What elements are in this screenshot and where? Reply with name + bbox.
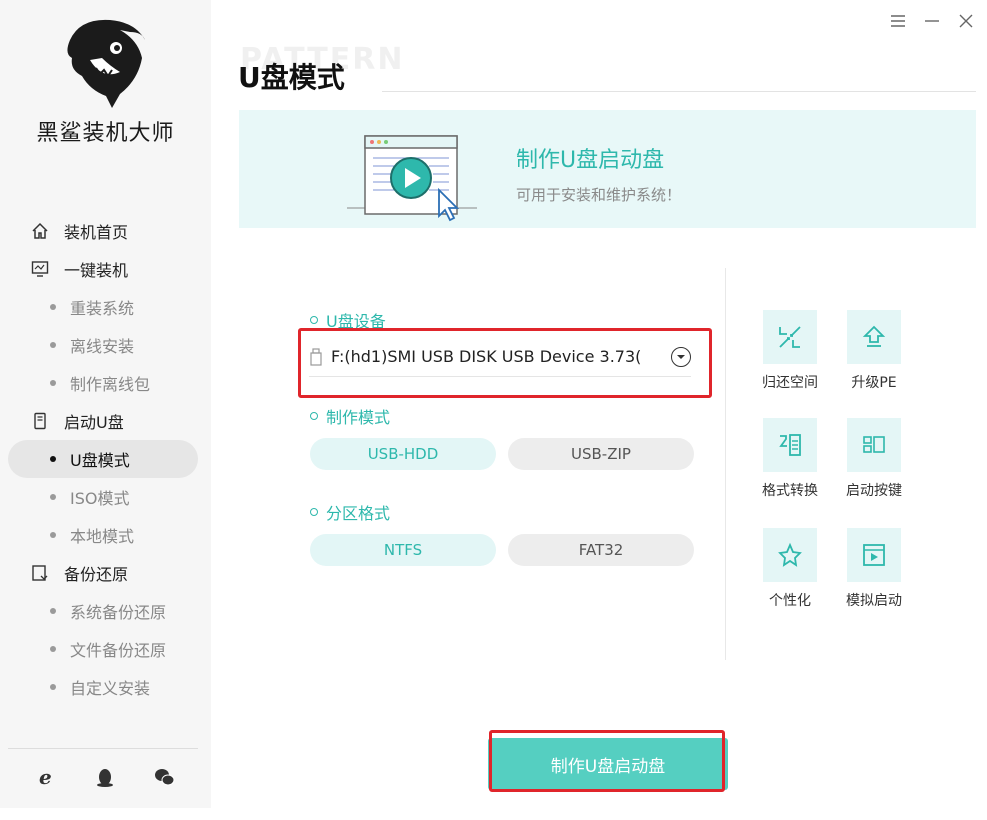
sidebar-item-label: 制作离线包 <box>70 375 151 394</box>
close-icon[interactable] <box>957 10 975 32</box>
sidebar-divider <box>8 748 198 749</box>
format-convert-icon <box>763 418 817 472</box>
boot-keys-icon <box>847 418 901 472</box>
banner-subtitle: 可用于安装和维护系统！ <box>516 186 682 204</box>
minimize-icon[interactable] <box>923 10 941 32</box>
tool-reclaim-space[interactable]: 归还空间 <box>750 310 830 392</box>
sidebar-item-usb-mode[interactable]: U盘模式 <box>8 440 198 478</box>
sidebar-item-label: 离线安装 <box>70 337 135 356</box>
mode-label: 制作模式 <box>310 404 390 428</box>
brand-name: 黑鲨装机大师 <box>36 121 175 146</box>
sidebar-item-label: 启动U盘 <box>64 413 124 432</box>
title-divider <box>382 91 976 92</box>
partition-label-text: 分区格式 <box>326 504 391 523</box>
sidebar-item-label: 备份还原 <box>64 565 129 584</box>
bullet-icon <box>50 380 56 386</box>
bullet-icon <box>50 646 56 652</box>
window-controls <box>889 10 975 32</box>
sidebar-item-label: 重装系统 <box>70 299 135 318</box>
mode-usb-hdd-button[interactable]: USB-HDD <box>310 438 496 470</box>
sidebar-nav: 装机首页 一键装机 重装系统 离线安装 制作离线包 启动U盘 U盘模式 ISO模… <box>0 212 211 706</box>
personalize-star-icon <box>763 528 817 582</box>
device-highlight-box <box>298 328 712 398</box>
usb-drive-icon <box>30 411 50 431</box>
home-icon <box>30 221 50 241</box>
upgrade-arrow-icon <box>847 310 901 364</box>
qq-penguin-icon[interactable] <box>90 762 120 792</box>
tool-label: 升级PE <box>851 375 897 391</box>
sidebar-item-label: 本地模式 <box>70 527 135 546</box>
tool-label: 归还空间 <box>762 375 818 391</box>
shark-logo <box>67 19 145 109</box>
backup-icon <box>30 563 50 583</box>
partition-label: 分区格式 <box>310 500 390 524</box>
app-window: 黑鲨装机大师 装机首页 一键装机 重装系统 离线安装 制作离线包 启动U盘 U盘… <box>0 0 987 820</box>
sidebar-item-make-offline-package[interactable]: 制作离线包 <box>0 364 211 402</box>
tool-label: 模拟启动 <box>846 593 902 609</box>
banner: 制作U盘启动盘 可用于安装和维护系统！ <box>239 110 976 228</box>
sidebar-item-home[interactable]: 装机首页 <box>0 212 211 250</box>
partition-ntfs-button[interactable]: NTFS <box>310 534 496 566</box>
sidebar-item-label: 文件备份还原 <box>70 641 167 660</box>
bullet-icon <box>50 532 56 538</box>
bullet-icon <box>50 494 56 500</box>
hamburger-icon[interactable] <box>889 10 907 32</box>
sidebar-item-label: U盘模式 <box>70 451 130 470</box>
tool-label: 启动按键 <box>846 483 902 499</box>
shrink-arrows-icon <box>763 310 817 364</box>
simulate-boot-icon <box>847 528 901 582</box>
monitor-icon <box>30 259 50 279</box>
sidebar-item-boot-usb[interactable]: 启动U盘 <box>0 402 211 440</box>
banner-title: 制作U盘启动盘 <box>516 148 665 173</box>
bullet-icon <box>50 684 56 690</box>
sidebar-item-label: 装机首页 <box>64 223 129 242</box>
sidebar-item-custom-install[interactable]: 自定义安装 <box>0 668 211 706</box>
sidebar: 黑鲨装机大师 装机首页 一键装机 重装系统 离线安装 制作离线包 启动U盘 U盘… <box>0 0 211 808</box>
mode-usb-zip-button[interactable]: USB-ZIP <box>508 438 694 470</box>
sidebar-item-file-backup-restore[interactable]: 文件备份还原 <box>0 630 211 668</box>
sidebar-item-label: 系统备份还原 <box>70 603 167 622</box>
tool-upgrade-pe[interactable]: 升级PE <box>834 310 914 392</box>
tool-format-convert[interactable]: 格式转换 <box>750 418 830 500</box>
sidebar-item-label: 一键装机 <box>64 261 129 280</box>
sidebar-item-one-click-install[interactable]: 一键装机 <box>0 250 211 288</box>
sidebar-footer: e <box>0 762 211 792</box>
sidebar-item-label: ISO模式 <box>70 489 130 508</box>
bullet-icon <box>50 608 56 614</box>
ie-browser-icon[interactable]: e <box>32 762 62 792</box>
wechat-icon[interactable] <box>149 762 179 792</box>
sidebar-item-label: 自定义安装 <box>70 679 151 698</box>
bullet-icon <box>50 456 56 462</box>
circle-bullet-icon <box>310 412 318 420</box>
sidebar-item-offline-install[interactable]: 离线安装 <box>0 326 211 364</box>
tool-boot-keys[interactable]: 启动按键 <box>834 418 914 500</box>
tool-label: 格式转换 <box>762 483 818 499</box>
sidebar-item-system-backup-restore[interactable]: 系统备份还原 <box>0 592 211 630</box>
circle-bullet-icon <box>310 316 318 324</box>
sidebar-item-backup-restore[interactable]: 备份还原 <box>0 554 211 592</box>
vertical-divider <box>725 268 726 660</box>
sidebar-item-iso-mode[interactable]: ISO模式 <box>0 478 211 516</box>
button-highlight-box <box>489 730 725 792</box>
circle-bullet-icon <box>310 508 318 516</box>
svg-text:e: e <box>39 766 52 788</box>
partition-fat32-button[interactable]: FAT32 <box>508 534 694 566</box>
page-title: U盘模式 <box>238 61 345 94</box>
tool-personalize[interactable]: 个性化 <box>750 528 830 610</box>
sidebar-item-local-mode[interactable]: 本地模式 <box>0 516 211 554</box>
tool-simulate-boot[interactable]: 模拟启动 <box>834 528 914 610</box>
sidebar-item-reinstall-system[interactable]: 重装系统 <box>0 288 211 326</box>
bullet-icon <box>50 304 56 310</box>
mode-label-text: 制作模式 <box>326 408 391 427</box>
bullet-icon <box>50 342 56 348</box>
video-window-illustration <box>347 135 477 222</box>
tool-label: 个性化 <box>769 593 811 609</box>
